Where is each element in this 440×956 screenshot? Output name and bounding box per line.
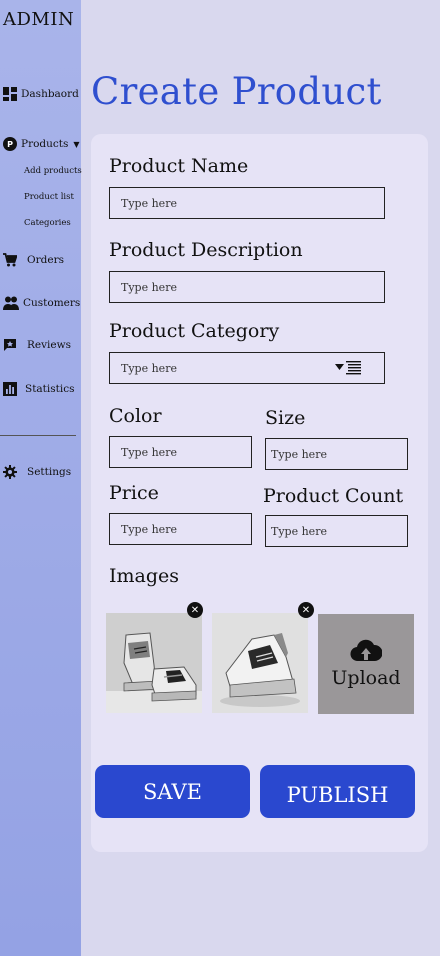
sidebar-item-label: Customers <box>23 297 81 309</box>
product-category-label: Product Category <box>109 320 280 342</box>
sidebar-divider <box>0 435 76 436</box>
close-icon[interactable]: ✕ <box>298 602 314 618</box>
publish-button[interactable]: PUBLISH <box>260 765 415 818</box>
category-dropdown-controls[interactable] <box>335 360 361 375</box>
brand-logo: ADMIN <box>3 9 75 30</box>
sidebar-subitem-categories[interactable]: Categories <box>24 218 71 228</box>
product-name-label: Product Name <box>109 155 249 177</box>
product-icon: P <box>3 137 17 151</box>
upload-image-button[interactable]: Upload <box>318 614 414 714</box>
product-description-input[interactable] <box>109 271 385 303</box>
size-input[interactable] <box>265 438 408 470</box>
sidebar-item-label: Orders <box>27 254 64 266</box>
cart-icon <box>3 253 17 267</box>
bar-chart-icon <box>3 382 17 396</box>
product-count-input[interactable] <box>265 515 408 547</box>
dashboard-icon <box>3 87 17 101</box>
sidebar-item-settings[interactable]: Settings <box>3 465 71 479</box>
customers-icon <box>3 296 19 310</box>
product-image-thumbnail[interactable] <box>106 613 202 713</box>
product-description-label: Product Description <box>109 239 303 261</box>
size-label: Size <box>265 407 306 429</box>
product-name-input[interactable] <box>109 187 385 219</box>
images-label: Images <box>109 565 180 587</box>
color-label: Color <box>109 405 162 427</box>
sidebar-item-label: Statistics <box>25 383 75 395</box>
sidebar-item-label: Dashbaord <box>21 88 79 100</box>
review-icon <box>4 339 16 351</box>
product-image-thumbnail[interactable] <box>212 613 308 713</box>
dropdown-arrow-icon <box>335 364 344 370</box>
sidebar-item-products[interactable]: P Products ▼ <box>3 137 80 151</box>
close-icon[interactable]: ✕ <box>187 602 203 618</box>
upload-label: Upload <box>331 667 401 689</box>
product-count-label: Product Count <box>263 485 404 507</box>
sidebar-item-statistics[interactable]: Statistics <box>3 382 75 396</box>
price-label: Price <box>109 482 159 504</box>
color-input[interactable] <box>109 436 252 468</box>
save-button[interactable]: SAVE <box>95 765 250 818</box>
sneaker-pair-image <box>106 613 202 713</box>
chevron-down-icon: ▼ <box>73 139 80 149</box>
sidebar-item-orders[interactable]: Orders <box>3 253 64 267</box>
sneaker-image <box>212 613 308 713</box>
list-icon <box>346 361 361 375</box>
gear-icon <box>3 465 17 479</box>
sidebar: ADMIN Dashbaord P Products ▼ Add product… <box>0 0 82 956</box>
sidebar-subitem-add-products[interactable]: Add products <box>24 166 82 176</box>
sidebar-item-reviews[interactable]: Reviews <box>3 338 71 352</box>
price-input[interactable] <box>109 513 252 545</box>
sidebar-item-label: Products <box>21 138 69 150</box>
sidebar-item-dashboard[interactable]: Dashbaord <box>3 87 79 101</box>
cloud-upload-icon <box>350 639 382 662</box>
sidebar-item-label: Settings <box>27 466 72 478</box>
sidebar-item-customers[interactable]: Customers <box>3 296 80 310</box>
sidebar-subitem-product-list[interactable]: Product list <box>24 192 74 202</box>
sidebar-item-label: Reviews <box>27 339 71 351</box>
page-title: Create Product <box>91 70 382 113</box>
